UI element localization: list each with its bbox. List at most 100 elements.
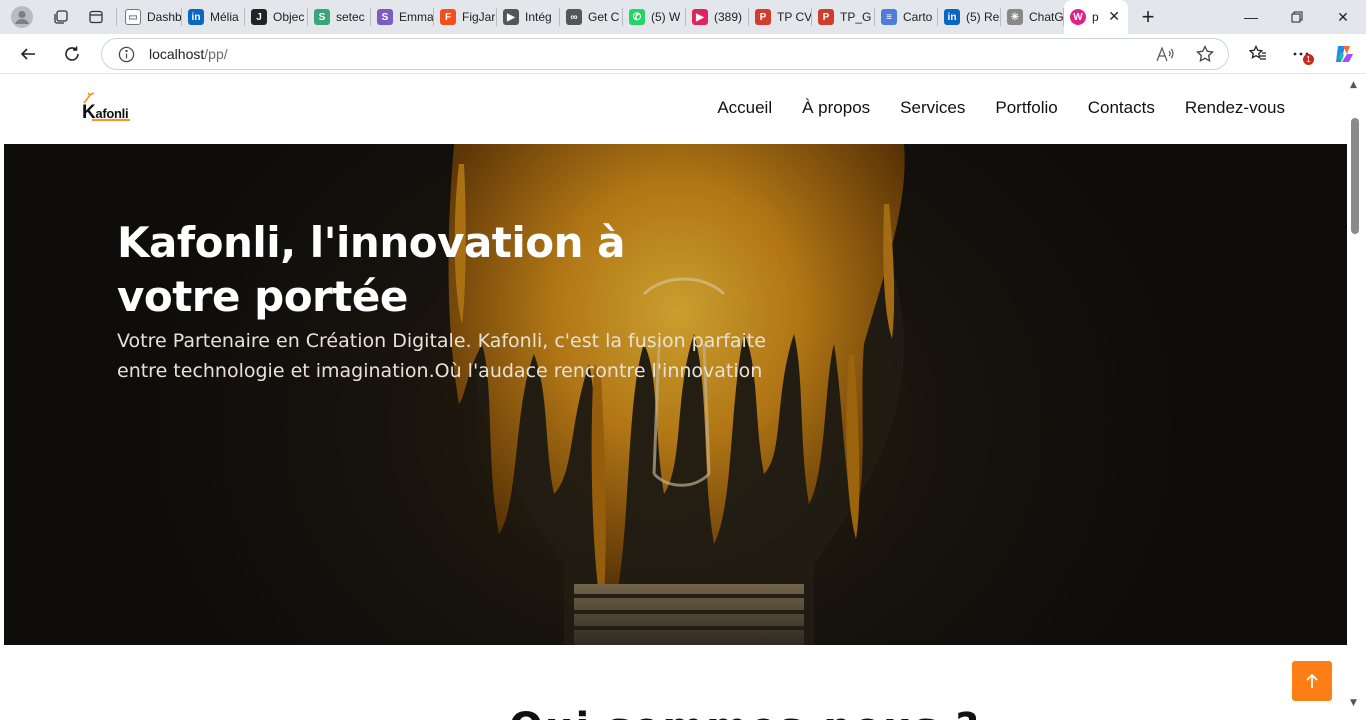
favorite-star-icon[interactable] bbox=[1196, 45, 1214, 63]
web-page: Kafonli Accueil À propos Services Portfo… bbox=[4, 74, 1347, 720]
nav-rendez-vous[interactable]: Rendez-vous bbox=[1185, 98, 1285, 118]
hero-title: Kafonli, l'innovation à votre portée bbox=[117, 218, 626, 321]
tab-title: (389) bbox=[714, 10, 743, 24]
hero-description: Votre Partenaire en Création Digitale. K… bbox=[117, 330, 766, 382]
tab-2[interactable]: J Objec bbox=[245, 0, 308, 34]
tab-3[interactable]: Ssetec bbox=[308, 0, 371, 34]
url-host: localhost bbox=[149, 46, 205, 62]
tab-4[interactable]: S Emma bbox=[371, 0, 434, 34]
section-heading-peek: Qui sommes-nous ? bbox=[509, 705, 981, 720]
copilot-button[interactable] bbox=[1330, 40, 1358, 68]
tab-title: TP_G bbox=[840, 10, 872, 24]
favorites-list-icon bbox=[1249, 45, 1266, 60]
tab-active[interactable]: W p ✕ bbox=[1064, 0, 1128, 34]
tab-title: TP CV bbox=[777, 10, 812, 24]
restore-icon bbox=[1291, 11, 1303, 23]
nav-services[interactable]: Services bbox=[900, 98, 965, 118]
arrow-up-icon bbox=[1306, 673, 1318, 688]
tab-title: (5) W bbox=[651, 10, 681, 24]
back-button[interactable] bbox=[14, 40, 42, 68]
address-bar[interactable]: localhost/pp/ bbox=[101, 38, 1229, 70]
logo-underline bbox=[92, 119, 130, 121]
scroll-up-arrow-icon[interactable]: ▲ bbox=[1350, 80, 1357, 90]
tab-7[interactable]: ∞ Get C bbox=[560, 0, 623, 34]
workspaces-button[interactable] bbox=[44, 0, 78, 34]
read-aloud-icon[interactable] bbox=[1156, 46, 1174, 63]
main-nav: Accueil À propos Services Portfolio Cont… bbox=[717, 98, 1285, 118]
page-scrollbar[interactable]: ▲ ▼ bbox=[1347, 74, 1366, 720]
tab-title: setec bbox=[336, 10, 365, 24]
tab-title: Emma bbox=[399, 10, 434, 24]
tab-5[interactable]: F FigJar bbox=[434, 0, 497, 34]
tab-10[interactable]: P TP CV bbox=[749, 0, 812, 34]
profile-icon bbox=[11, 6, 33, 28]
tab-title: FigJar bbox=[462, 10, 496, 24]
browser-toolbar: localhost/pp/ 1 bbox=[0, 34, 1366, 74]
back-arrow-icon bbox=[20, 48, 35, 60]
back-to-top-button[interactable] bbox=[1292, 661, 1332, 701]
new-tab-button[interactable]: + bbox=[1128, 0, 1168, 34]
site-icon: W bbox=[1070, 9, 1086, 25]
tab-title: ChatG bbox=[1029, 10, 1064, 24]
tab-title: Dashb bbox=[147, 10, 182, 24]
profile-button[interactable] bbox=[0, 0, 44, 34]
browser-tab-strip: ▭ Dashb in Mélia J Objec Ssetec S Emma F FigJar ▶ In… bbox=[0, 0, 1366, 34]
restore-button[interactable] bbox=[1274, 0, 1320, 34]
tab-actions-button[interactable] bbox=[78, 0, 114, 34]
copilot-icon bbox=[1336, 46, 1353, 62]
link-icon: ∞ bbox=[566, 9, 582, 25]
tab-title: p bbox=[1092, 10, 1099, 24]
tab-title: Objec bbox=[273, 10, 305, 24]
youtube-icon: ▶ bbox=[692, 9, 708, 25]
tab-9[interactable]: ▶ (389) bbox=[686, 0, 749, 34]
linkedin-icon: in bbox=[188, 9, 204, 25]
nav-contacts[interactable]: Contacts bbox=[1088, 98, 1155, 118]
tab-14[interactable]: ✳ ChatG bbox=[1001, 0, 1064, 34]
pdf-icon: P bbox=[755, 9, 771, 25]
favorites-button[interactable] bbox=[1244, 40, 1272, 68]
minimize-button[interactable]: — bbox=[1228, 0, 1274, 34]
tab-actions-icon bbox=[89, 10, 103, 24]
url-path: /pp/ bbox=[204, 46, 228, 62]
workspaces-icon bbox=[54, 10, 68, 24]
hero-section: Kafonli, l'innovation à votre portée Votr… bbox=[4, 144, 1347, 645]
tab-13[interactable]: in (5) Re bbox=[938, 0, 1001, 34]
s-icon: S bbox=[377, 9, 393, 25]
info-icon[interactable] bbox=[118, 46, 135, 63]
tab-title: Intég bbox=[525, 10, 552, 24]
more-options-button[interactable]: 1 bbox=[1287, 40, 1315, 68]
refresh-icon bbox=[65, 46, 79, 61]
page-icon: ▭ bbox=[125, 9, 141, 25]
url-text: localhost/pp/ bbox=[149, 46, 228, 62]
swirl-icon: S bbox=[314, 9, 330, 25]
site-header: Kafonli Accueil À propos Services Portfo… bbox=[4, 74, 1347, 144]
close-window-button[interactable]: ✕ bbox=[1320, 0, 1366, 34]
tab-title: Carto bbox=[903, 10, 933, 24]
tab-title: Get C bbox=[588, 10, 620, 24]
tab-6[interactable]: ▶ Intég bbox=[497, 0, 560, 34]
tab-title: (5) Re bbox=[966, 10, 1000, 24]
tab-8[interactable]: ✆ (5) W bbox=[623, 0, 686, 34]
tab-0[interactable]: ▭ Dashb bbox=[119, 0, 182, 34]
refresh-button[interactable] bbox=[58, 40, 86, 68]
openai-icon: ✳ bbox=[1007, 9, 1023, 25]
forms-icon: ≡ bbox=[881, 9, 897, 25]
linkedin-icon: in bbox=[944, 9, 960, 25]
tab-list: ▭ Dashb in Mélia J Objec Ssetec S Emma F FigJar ▶ In… bbox=[119, 0, 1064, 34]
tab-12[interactable]: ≡ Carto bbox=[875, 0, 938, 34]
nav-a-propos[interactable]: À propos bbox=[802, 98, 870, 118]
tab-11[interactable]: P TP_G bbox=[812, 0, 875, 34]
site-logo[interactable]: Kafonli bbox=[72, 92, 136, 124]
scroll-down-arrow-icon[interactable]: ▼ bbox=[1350, 698, 1357, 708]
next-section: Qui sommes-nous ? bbox=[4, 645, 1347, 720]
nav-accueil[interactable]: Accueil bbox=[717, 98, 772, 118]
scrollbar-thumb[interactable] bbox=[1351, 118, 1359, 234]
tab-title: Mélia bbox=[210, 10, 239, 24]
pdf-icon: P bbox=[818, 9, 834, 25]
whatsapp-icon: ✆ bbox=[629, 9, 645, 25]
tab-1[interactable]: in Mélia bbox=[182, 0, 245, 34]
nav-portfolio[interactable]: Portfolio bbox=[995, 98, 1057, 118]
figma-icon: F bbox=[440, 9, 456, 25]
close-tab-icon[interactable]: ✕ bbox=[1108, 9, 1120, 25]
notification-badge: 1 bbox=[1303, 54, 1314, 65]
